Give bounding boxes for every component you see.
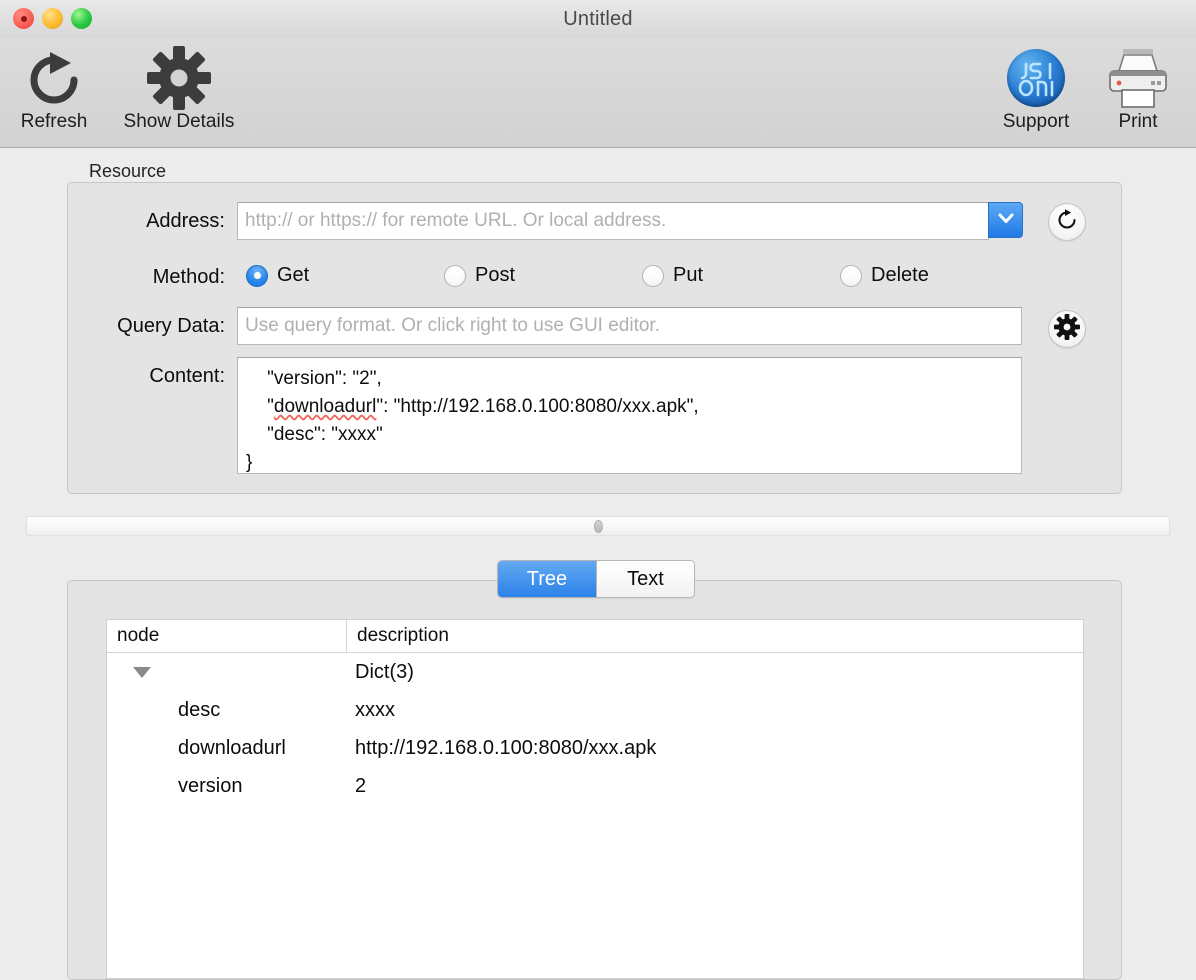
table-row[interactable]: downloadurl http://192.168.0.100:8080/xx… — [107, 729, 1083, 767]
json-logo-icon — [1007, 44, 1065, 112]
table-row[interactable]: desc xxxx — [107, 691, 1083, 729]
content-label: Content: — [149, 365, 225, 387]
content-line: "downloadurl": "http://192.168.0.100:808… — [246, 396, 699, 417]
table-row[interactable]: Dict(3) — [107, 653, 1083, 691]
tree-description-cell: 2 — [355, 774, 367, 797]
address-reload-button[interactable] — [1048, 203, 1086, 241]
radio-dot-icon — [840, 264, 862, 287]
column-header-node[interactable]: node — [107, 620, 347, 652]
title-bar: Untitled — [0, 0, 1196, 38]
method-radio-get-label: Get — [277, 264, 310, 286]
disclosure-triangle-icon[interactable] — [133, 666, 151, 678]
method-radio-get[interactable]: Get — [246, 264, 309, 287]
method-radio-put[interactable]: Put — [642, 264, 703, 287]
radio-dot-icon — [444, 264, 466, 287]
method-radio-put-label: Put — [673, 264, 704, 286]
tree-root-description-cell: Dict(3) — [355, 660, 414, 683]
address-label: Address: — [146, 210, 225, 232]
window-title: Untitled — [563, 8, 633, 30]
chevron-down-icon — [998, 211, 1014, 229]
refresh-label: Refresh — [20, 111, 88, 132]
splitter-grip-icon — [593, 519, 603, 533]
method-radio-post-label: Post — [475, 264, 516, 286]
content-line: "version": "2", — [246, 368, 382, 389]
show-details-toolbar-button[interactable]: Show Details — [104, 44, 254, 132]
table-header-row: node description — [107, 620, 1083, 653]
method-radio-delete-label: Delete — [871, 264, 929, 286]
support-label: Support — [1002, 111, 1070, 132]
tree-root-node-cell — [107, 666, 347, 678]
results-tree-table: node description Dict(3) desc xxxx downl… — [106, 619, 1084, 979]
tree-description-cell: xxxx — [355, 698, 395, 721]
tree-description-cell: http://192.168.0.100:8080/xxx.apk — [355, 736, 657, 759]
tab-text[interactable]: Text — [596, 561, 694, 597]
tree-node-cell: downloadurl — [178, 736, 286, 759]
radio-dot-icon — [642, 264, 664, 287]
refresh-toolbar-button[interactable]: Refresh — [8, 44, 100, 132]
query-data-input[interactable] — [237, 307, 1022, 345]
tab-tree[interactable]: Tree — [498, 561, 596, 597]
address-dropdown-button[interactable] — [988, 202, 1023, 238]
method-radio-group: Get Post Put Delete — [246, 264, 986, 292]
misspelled-word: downloadurl — [273, 396, 377, 417]
tree-node-cell: version — [178, 774, 243, 797]
printer-icon — [1106, 44, 1170, 112]
resource-group-legend: Resource — [83, 161, 173, 182]
method-label: Method: — [152, 266, 225, 288]
content-textarea[interactable]: "version": "2", "downloadurl": "http://1… — [237, 357, 1022, 474]
method-radio-delete[interactable]: Delete — [840, 264, 929, 287]
address-input[interactable] — [237, 202, 989, 240]
gear-icon — [147, 44, 211, 112]
table-row[interactable]: version 2 — [107, 767, 1083, 805]
radio-dot-icon — [246, 264, 268, 287]
panel-splitter[interactable] — [26, 516, 1170, 536]
query-data-editor-button[interactable] — [1048, 310, 1086, 348]
show-details-label: Show Details — [123, 111, 235, 132]
reload-icon — [1055, 208, 1079, 237]
view-mode-segmented-control: Tree Text — [497, 560, 695, 598]
method-radio-post[interactable]: Post — [444, 264, 515, 287]
gear-icon — [1054, 313, 1080, 345]
refresh-icon — [23, 44, 85, 112]
support-toolbar-button[interactable]: Support — [988, 44, 1084, 132]
column-header-description[interactable]: description — [347, 620, 1083, 652]
print-label: Print — [1118, 111, 1158, 132]
tree-node-cell: desc — [178, 698, 221, 721]
content-line: "desc": "xxxx" — [246, 424, 383, 445]
content-line: } — [246, 452, 253, 473]
print-toolbar-button[interactable]: Print — [1090, 44, 1186, 132]
query-data-label: Query Data: — [117, 315, 225, 337]
toolbar: Refresh Show Details Support Print — [0, 38, 1196, 148]
